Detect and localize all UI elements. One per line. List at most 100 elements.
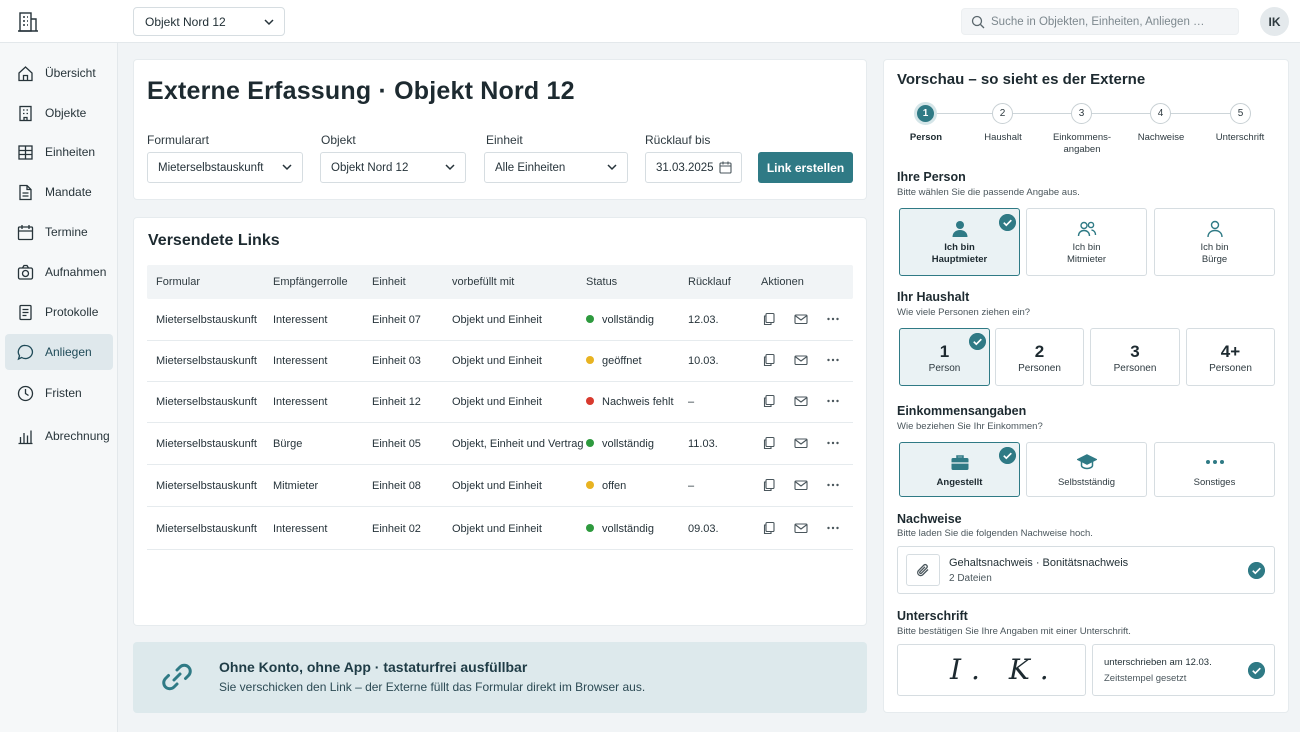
briefcase-icon	[951, 455, 968, 470]
table-row[interactable]: Mieterselbstauskunft Interessent Einheit 0…	[147, 340, 853, 382]
column-header[interactable]: Einheit	[372, 276, 406, 288]
signature-field[interactable]: I. K.	[897, 644, 1086, 696]
table-header: Formular Empfängerrolle Einheit vorbefül…	[147, 265, 853, 299]
link-icon	[162, 663, 192, 691]
sidebar-item-aufnahmen[interactable]: Aufnahmen	[5, 254, 113, 290]
cell-einheit: Einheit 12	[372, 396, 421, 408]
option-sonstiges[interactable]: Sonstiges	[1154, 442, 1275, 497]
file-upload-item[interactable]: Gehaltsnachweis · Bonitätsnachweis 2 Dat…	[897, 546, 1275, 594]
option-haushalt-3[interactable]: 3 Personen	[1090, 328, 1180, 386]
column-header[interactable]: Empfängerrolle	[273, 276, 348, 288]
column-header[interactable]: Rücklauf	[688, 276, 731, 288]
cell-ruecklauf: 10.03.	[688, 355, 719, 367]
chat-icon	[17, 344, 34, 361]
more-horizontal-icon[interactable]	[826, 521, 840, 535]
option-mitmieter[interactable]: Ich bin Mitmieter	[1026, 208, 1147, 276]
sidebar-item-objekte[interactable]: Objekte	[5, 95, 113, 131]
column-header[interactable]: Formular	[156, 276, 200, 288]
cell-rolle: Interessent	[273, 355, 328, 367]
sidebar-item-abrechnung[interactable]: Abrechnung	[5, 418, 113, 454]
page-title: Externe Erfassung · Objekt Nord 12	[147, 77, 575, 105]
objekt-select[interactable]: Objekt Nord 12	[320, 152, 466, 183]
document-icon	[19, 184, 32, 201]
cell-vorbefuellt: Objekt, Einheit und Vertrag	[452, 438, 584, 450]
copy-icon[interactable]	[762, 521, 776, 535]
table-row[interactable]: Mieterselbstauskunft Bürge Einheit 05 Objek…	[147, 423, 853, 465]
table-row[interactable]: Mieterselbstauskunft Interessent Einheit 0…	[147, 299, 853, 341]
status-dot	[586, 524, 594, 532]
haushalt-title: Ihr Haushalt	[897, 290, 970, 304]
step-2[interactable]: 2	[992, 103, 1013, 124]
copy-icon[interactable]	[762, 394, 776, 408]
search-bar[interactable]	[961, 8, 1239, 35]
object-select[interactable]: Objekt Nord 12	[133, 7, 285, 36]
mail-icon[interactable]	[794, 521, 808, 535]
user-avatar[interactable]: IK	[1260, 7, 1289, 36]
column-header[interactable]: vorbefüllt mit	[452, 276, 514, 288]
column-header[interactable]: Status	[586, 276, 617, 288]
copy-icon[interactable]	[762, 478, 776, 492]
step-3[interactable]: 3	[1071, 103, 1092, 124]
einheit-select[interactable]: Alle Einheiten	[484, 152, 628, 183]
formular-select[interactable]: Mieterselbstauskunft	[147, 152, 303, 183]
cell-rolle: Mitmieter	[273, 480, 319, 492]
step-5[interactable]: 5	[1230, 103, 1251, 124]
create-link-button[interactable]: Link erstellen	[758, 152, 853, 183]
sidebar-item-label: Fristen	[45, 386, 82, 400]
more-horizontal-icon[interactable]	[826, 394, 840, 408]
ruecklauf-date-value: 31.03.2025	[656, 162, 714, 174]
sidebar-item-uebersicht[interactable]: Übersicht	[5, 55, 113, 91]
step-4[interactable]: 4	[1150, 103, 1171, 124]
links-title: Versendete Links	[148, 232, 280, 249]
search-input[interactable]	[991, 14, 1231, 30]
sidebar-item-protokolle[interactable]: Protokolle	[5, 294, 113, 330]
option-haushalt-2[interactable]: 2 Personen	[995, 328, 1084, 386]
table-row[interactable]: Mieterselbstauskunft Interessent Einheit 1…	[147, 381, 853, 423]
table-row[interactable]: Mieterselbstauskunft Interessent Einheit 0…	[147, 508, 853, 550]
sidebar-item-anliegen[interactable]: Anliegen	[5, 334, 113, 370]
option-number: 3	[1130, 342, 1140, 361]
building-logo-icon[interactable]	[17, 11, 39, 33]
nachweise-title: Nachweise	[897, 512, 962, 526]
person-outline-icon	[1206, 220, 1223, 238]
more-horizontal-icon[interactable]	[826, 353, 840, 367]
more-horizontal-icon[interactable]	[826, 436, 840, 450]
file-count: 2 Dateien	[949, 573, 992, 584]
copy-icon[interactable]	[762, 312, 776, 326]
sidebar-item-fristen[interactable]: Fristen	[5, 375, 113, 411]
copy-icon[interactable]	[762, 353, 776, 367]
protocol-icon	[19, 304, 32, 321]
clock-icon	[17, 385, 34, 402]
more-horizontal-icon[interactable]	[826, 478, 840, 492]
person-title: Ihre Person	[897, 170, 966, 184]
copy-icon[interactable]	[762, 436, 776, 450]
option-label: Personen	[1209, 363, 1252, 374]
sidebar-item-termine[interactable]: Termine	[5, 214, 113, 250]
option-label: Sonstiges	[1193, 477, 1236, 488]
option-haushalt-1[interactable]: 1 Person	[899, 328, 990, 386]
calendar-icon[interactable]	[719, 161, 732, 174]
option-buerge[interactable]: Ich bin Bürge	[1154, 208, 1275, 276]
mail-icon[interactable]	[794, 394, 808, 408]
option-selbststaendig[interactable]: Selbstständig	[1026, 442, 1147, 497]
step-1[interactable]: 1	[914, 102, 937, 125]
option-angestellt[interactable]: Angestellt	[899, 442, 1020, 497]
option-haushalt-4[interactable]: 4+ Personen	[1186, 328, 1275, 386]
status-dot	[586, 315, 594, 323]
mail-icon[interactable]	[794, 312, 808, 326]
option-number: 4+	[1220, 342, 1241, 361]
more-horizontal-icon[interactable]	[826, 312, 840, 326]
sidebar-item-einheiten[interactable]: Einheiten	[5, 134, 113, 170]
sidebar-item-mandate[interactable]: Mandate	[5, 174, 113, 210]
option-hauptmieter[interactable]: Ich bin Hauptmieter	[899, 208, 1020, 276]
einkommen-subtitle: Wie beziehen Sie Ihr Einkommen?	[897, 421, 1043, 432]
mail-icon[interactable]	[794, 353, 808, 367]
bar-chart-icon	[18, 430, 33, 445]
camera-icon	[17, 264, 34, 280]
table-row[interactable]: Mieterselbstauskunft Mitmieter Einheit 08 O…	[147, 465, 853, 507]
mail-icon[interactable]	[794, 436, 808, 450]
mail-icon[interactable]	[794, 478, 808, 492]
timestamp-text: Zeitstempel gesetzt	[1104, 673, 1187, 684]
ruecklauf-date-input[interactable]: 31.03.2025	[645, 152, 742, 183]
status-dot	[586, 481, 594, 489]
